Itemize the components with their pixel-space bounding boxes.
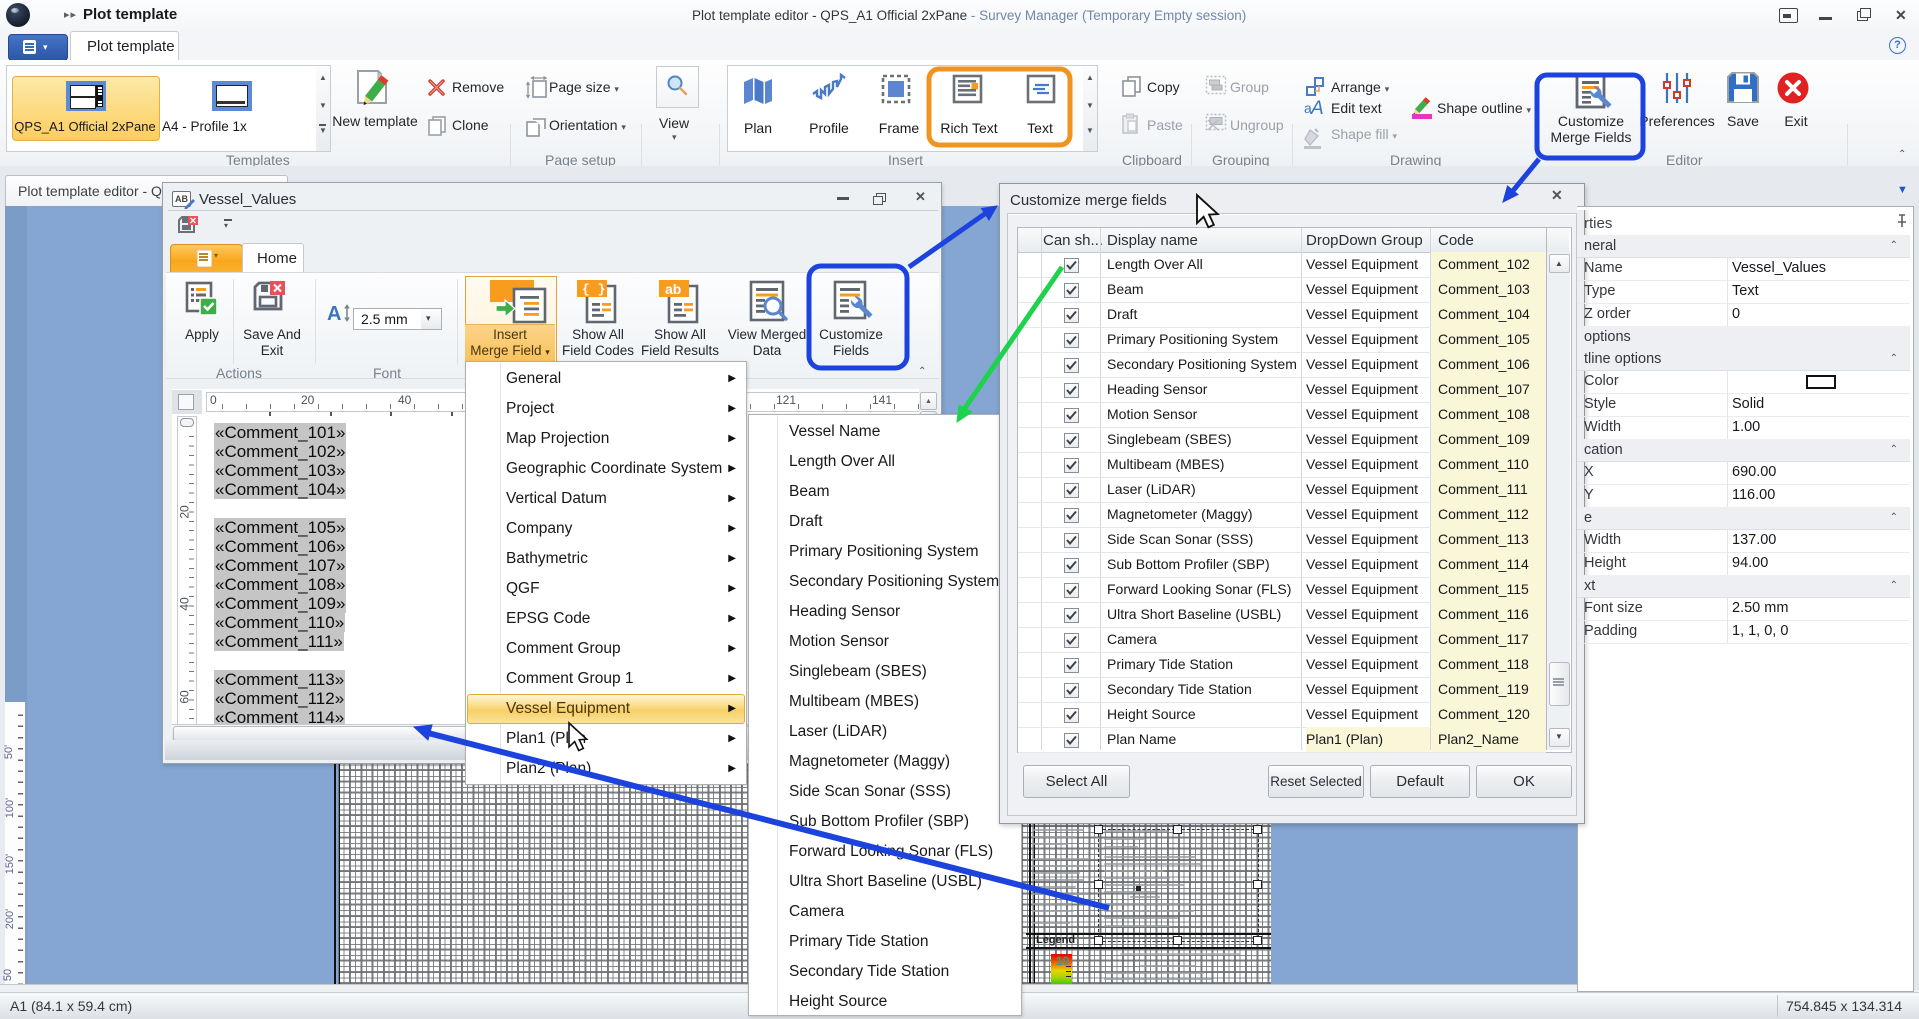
svg-text:A: A — [1310, 98, 1324, 119]
svg-text:{ }: { } — [582, 282, 605, 297]
svg-text:ab: ab — [665, 281, 681, 297]
svg-text:A: A — [327, 303, 341, 324]
